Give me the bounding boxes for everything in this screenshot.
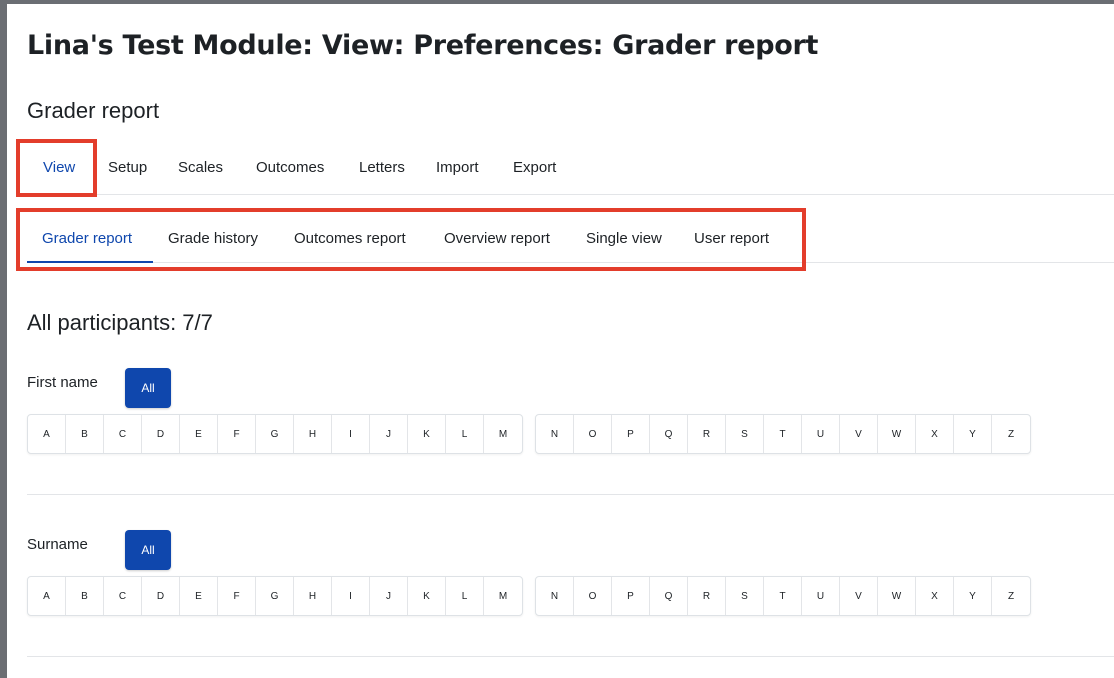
highlight-box-view-tab: [16, 139, 97, 197]
surname-letters-n-z: NOPQRSTUVWXYZ: [535, 576, 1031, 616]
surname-letter-button[interactable]: E: [180, 577, 218, 615]
first-name-letter-button[interactable]: N: [536, 415, 574, 453]
participants-heading: All participants: 7/7: [27, 310, 213, 335]
page-title: Lina's Test Module: View: Preferences: G…: [27, 30, 819, 61]
surname-label: Surname: [27, 536, 88, 553]
first-name-letter-button[interactable]: H: [294, 415, 332, 453]
surname-letter-button[interactable]: M: [484, 577, 522, 615]
first-name-letter-button[interactable]: M: [484, 415, 522, 453]
first-name-letter-button[interactable]: V: [840, 415, 878, 453]
first-name-letter-button[interactable]: T: [764, 415, 802, 453]
first-name-letters-n-z: NOPQRSTUVWXYZ: [535, 414, 1031, 454]
surname-letter-button[interactable]: F: [218, 577, 256, 615]
tab-setup[interactable]: Setup: [108, 159, 147, 176]
surname-letter-button[interactable]: K: [408, 577, 446, 615]
first-name-letter-button[interactable]: Y: [954, 415, 992, 453]
surname-letters-a-m: ABCDEFGHIJKLM: [27, 576, 523, 616]
surname-letter-button[interactable]: O: [574, 577, 612, 615]
surname-all-button[interactable]: All: [125, 530, 171, 570]
surname-letter-button[interactable]: Q: [650, 577, 688, 615]
first-name-letter-button[interactable]: F: [218, 415, 256, 453]
first-name-label: First name: [27, 374, 98, 391]
page-frame: Lina's Test Module: View: Preferences: G…: [0, 0, 1114, 678]
first-name-letters-a-m: ABCDEFGHIJKLM: [27, 414, 523, 454]
surname-letter-button[interactable]: C: [104, 577, 142, 615]
surname-letter-button[interactable]: L: [446, 577, 484, 615]
first-name-letter-button[interactable]: B: [66, 415, 104, 453]
surname-letter-button[interactable]: T: [764, 577, 802, 615]
surname-letter-button[interactable]: I: [332, 577, 370, 615]
surname-letter-button[interactable]: V: [840, 577, 878, 615]
surname-letter-button[interactable]: B: [66, 577, 104, 615]
tab-export[interactable]: Export: [513, 159, 556, 176]
first-name-letter-button[interactable]: C: [104, 415, 142, 453]
first-name-letter-button[interactable]: Q: [650, 415, 688, 453]
first-name-letter-button[interactable]: X: [916, 415, 954, 453]
first-name-all-button[interactable]: All: [125, 368, 171, 408]
surname-letter-button[interactable]: D: [142, 577, 180, 615]
surname-letter-button[interactable]: J: [370, 577, 408, 615]
tab-scales[interactable]: Scales: [178, 159, 223, 176]
first-name-letter-button[interactable]: A: [28, 415, 66, 453]
first-name-letter-button[interactable]: U: [802, 415, 840, 453]
section-divider: [27, 656, 1114, 657]
first-name-letter-button[interactable]: O: [574, 415, 612, 453]
surname-letter-button[interactable]: G: [256, 577, 294, 615]
surname-letter-button[interactable]: X: [916, 577, 954, 615]
surname-letter-button[interactable]: N: [536, 577, 574, 615]
report-title: Grader report: [27, 98, 160, 123]
first-name-letter-button[interactable]: S: [726, 415, 764, 453]
surname-letter-button[interactable]: W: [878, 577, 916, 615]
first-name-letter-button[interactable]: L: [446, 415, 484, 453]
tab-import[interactable]: Import: [436, 159, 479, 176]
surname-letter-button[interactable]: S: [726, 577, 764, 615]
first-name-letter-button[interactable]: G: [256, 415, 294, 453]
surname-letter-button[interactable]: P: [612, 577, 650, 615]
section-divider: [27, 494, 1114, 495]
first-name-letter-button[interactable]: I: [332, 415, 370, 453]
surname-letter-button[interactable]: Z: [992, 577, 1030, 615]
highlight-box-report-tabs: [16, 208, 806, 271]
first-name-letter-button[interactable]: K: [408, 415, 446, 453]
surname-letter-button[interactable]: H: [294, 577, 332, 615]
first-name-letter-button[interactable]: D: [142, 415, 180, 453]
first-name-letter-button[interactable]: Z: [992, 415, 1030, 453]
surname-letter-button[interactable]: Y: [954, 577, 992, 615]
surname-letter-button[interactable]: A: [28, 577, 66, 615]
first-name-letter-button[interactable]: R: [688, 415, 726, 453]
first-name-letter-button[interactable]: E: [180, 415, 218, 453]
primary-tab-bar: View Setup Scales Outcomes Letters Impor…: [27, 144, 1114, 195]
first-name-letter-button[interactable]: W: [878, 415, 916, 453]
first-name-letter-button[interactable]: J: [370, 415, 408, 453]
first-name-letter-button[interactable]: P: [612, 415, 650, 453]
surname-letter-button[interactable]: U: [802, 577, 840, 615]
tab-letters[interactable]: Letters: [359, 159, 405, 176]
surname-letter-button[interactable]: R: [688, 577, 726, 615]
tab-outcomes[interactable]: Outcomes: [256, 159, 324, 176]
